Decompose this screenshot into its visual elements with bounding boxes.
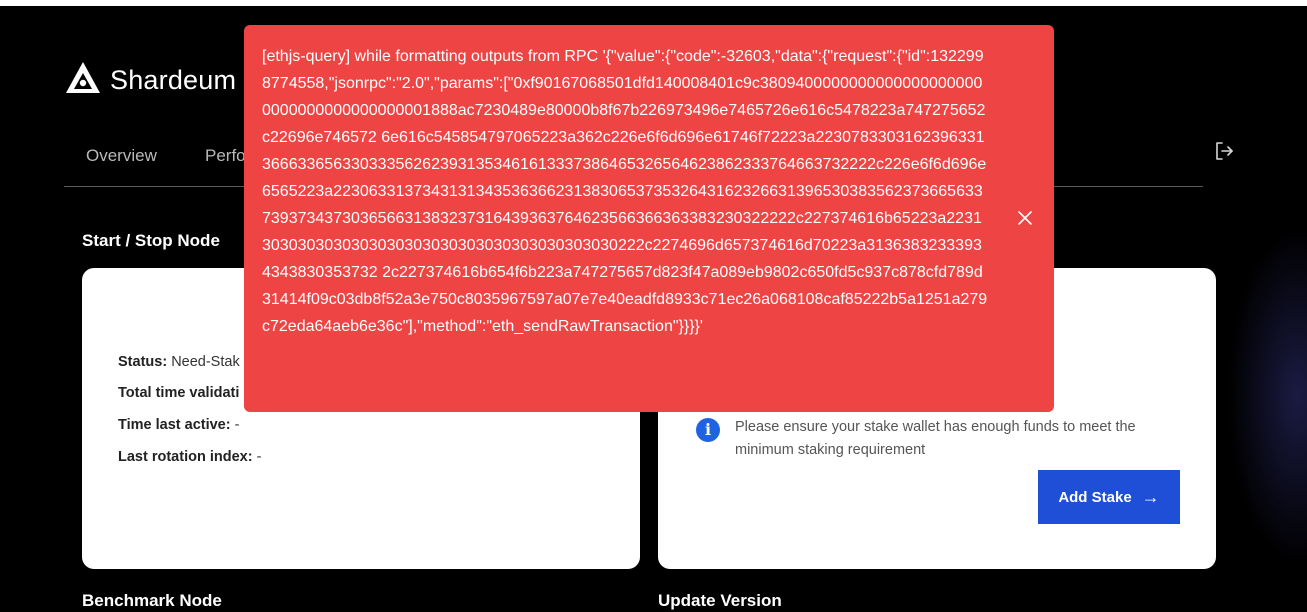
- benchmark-title: Benchmark Node: [82, 591, 222, 610]
- last-rotation-row: Last rotation index: -: [118, 449, 261, 465]
- add-stake-button[interactable]: Add Stake →: [1038, 470, 1180, 524]
- status-value: Need-Stak: [171, 354, 240, 370]
- last-rotation-value: -: [256, 449, 262, 465]
- total-time-label: Total time validati: [118, 385, 240, 401]
- logout-icon[interactable]: [1213, 140, 1235, 162]
- brand-name: Shardeum: [110, 65, 237, 95]
- last-rotation-label: Last rotation index:: [118, 449, 253, 465]
- time-last-active-row: Time last active: -: [118, 417, 239, 433]
- background-glow: [1227, 226, 1307, 566]
- error-toast: [ethjs-query] while formatting outputs f…: [244, 25, 1054, 412]
- total-time-row: Total time validati: [118, 385, 239, 401]
- status-row: Status: Need-Stak: [118, 354, 240, 370]
- time-last-active-value: -: [234, 417, 240, 433]
- add-stake-label: Add Stake: [1058, 488, 1132, 506]
- arrow-right-icon: →: [1141, 486, 1160, 507]
- tab-performance[interactable]: Perfo: [205, 146, 246, 166]
- status-label: Status:: [118, 354, 168, 370]
- error-message: [ethjs-query] while formatting outputs f…: [262, 48, 988, 335]
- close-icon[interactable]: [1016, 209, 1034, 227]
- stake-notice: i Please ensure your stake wallet has en…: [696, 416, 1146, 462]
- tab-overview[interactable]: Overview: [86, 146, 157, 166]
- time-last-active-label: Time last active:: [118, 417, 231, 433]
- info-icon: i: [696, 418, 720, 442]
- start-stop-title: Start / Stop Node: [82, 231, 220, 250]
- update-version-title: Update Version: [658, 591, 782, 610]
- shardeum-logo-icon: [64, 60, 102, 101]
- stake-notice-text: Please ensure your stake wallet has enou…: [735, 419, 1136, 458]
- brand-logo[interactable]: Shardeum: [64, 60, 236, 101]
